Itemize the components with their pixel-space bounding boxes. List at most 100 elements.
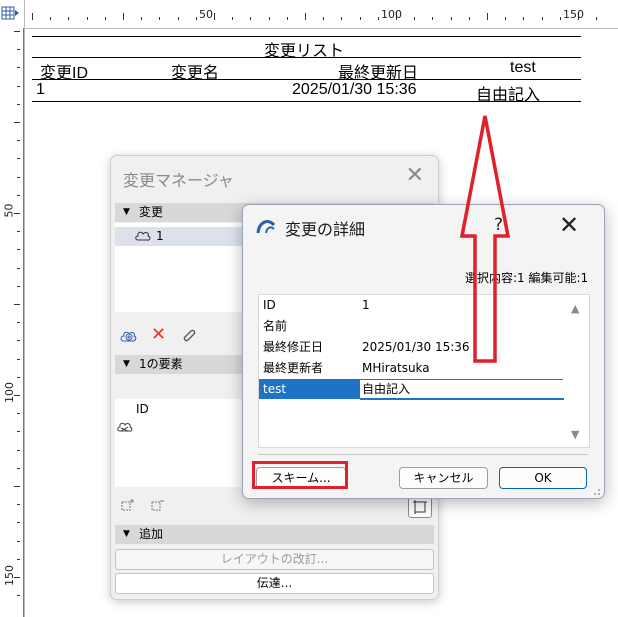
ruler-label: 100 xyxy=(3,382,16,403)
ruler-tick xyxy=(17,359,20,360)
property-row-modified[interactable]: 最終修正日 2025/01/30 15:36 xyxy=(259,337,563,357)
section-label: 1の要素 xyxy=(139,357,183,371)
ruler-tick xyxy=(14,304,20,305)
collapse-triangle-icon[interactable]: ▼ xyxy=(123,355,130,374)
property-row-id[interactable]: ID 1 xyxy=(259,295,563,315)
ruler-tick xyxy=(17,413,20,414)
ruler-tick xyxy=(560,17,561,20)
ruler-tick xyxy=(17,249,20,250)
property-row-updater[interactable]: 最終更新者 MHiratsuka xyxy=(259,358,563,378)
ruler-tick xyxy=(596,17,597,20)
ruler-label: 150 xyxy=(3,565,16,586)
dialog-title: 変更の詳細 xyxy=(285,220,366,239)
cell-last-updated: 2025/01/30 15:36 xyxy=(292,81,417,98)
ruler-tick xyxy=(17,522,20,523)
add-change-icon[interactable] xyxy=(119,327,137,349)
ruler-tick xyxy=(505,17,506,20)
close-icon[interactable]: ✕ xyxy=(559,212,579,238)
palette-title: 変更マネージャ xyxy=(123,171,234,190)
ruler-tick xyxy=(214,13,215,20)
table-rule xyxy=(32,57,581,58)
property-row-name[interactable]: 名前 xyxy=(259,316,563,336)
change-details-dialog[interactable]: 変更の詳細 ? ✕ 選択内容:1 編集可能:1 ID 1 名前 最終修正日 20… xyxy=(242,204,605,499)
horizontal-ruler: 50 100 150 xyxy=(0,0,618,29)
ruler-tick xyxy=(17,340,20,341)
ruler-tick xyxy=(232,17,233,20)
delete-icon[interactable]: ✕ xyxy=(151,326,166,344)
ruler-tick xyxy=(17,595,20,596)
property-value: 1 xyxy=(362,298,370,312)
ruler-tick xyxy=(523,17,524,20)
property-key: test xyxy=(263,382,287,396)
section-add[interactable]: ▼ 追加 xyxy=(115,525,434,544)
ruler-tick xyxy=(68,17,69,20)
ruler-tick xyxy=(378,17,379,20)
close-icon[interactable]: ✕ xyxy=(406,164,424,188)
ruler-label: 50 xyxy=(2,203,16,218)
section-label: 追加 xyxy=(139,527,164,541)
attach-icon[interactable] xyxy=(179,327,197,349)
ruler-tick xyxy=(17,541,20,542)
properties-list[interactable]: ID 1 名前 最終修正日 2025/01/30 15:36 最終更新者 MHi… xyxy=(258,294,590,448)
highlight-box xyxy=(252,461,348,489)
ruler-tick xyxy=(17,158,20,159)
ruler-tick xyxy=(14,122,20,123)
cloud-icon xyxy=(134,228,152,247)
layout-revision-button[interactable]: レイアウトの改訂... xyxy=(115,549,434,570)
cancel-button[interactable]: キャンセル xyxy=(399,467,488,489)
ruler-tick xyxy=(287,17,288,20)
ruler-tick xyxy=(87,17,88,20)
show-element-icon[interactable] xyxy=(408,496,432,518)
ruler-tick xyxy=(17,86,20,87)
transmit-button[interactable]: 伝達... xyxy=(115,573,434,594)
up-arrow-annotation xyxy=(459,115,511,363)
ruler-tick xyxy=(17,49,20,50)
ruler-tick xyxy=(250,17,251,20)
ruler-tick xyxy=(323,17,324,20)
ruler-tick xyxy=(269,17,270,20)
property-row-test[interactable]: test 自由記入 xyxy=(259,379,564,400)
remove-elements-icon[interactable] xyxy=(149,497,167,517)
ruler-tick xyxy=(14,31,20,32)
table-rule xyxy=(32,101,581,102)
ruler-tick xyxy=(159,17,160,20)
ruler-tick xyxy=(17,268,20,269)
ruler-tick xyxy=(17,140,20,141)
table-rule xyxy=(32,79,581,80)
ruler-tick xyxy=(17,431,20,432)
scroll-down-icon[interactable]: ▼ xyxy=(571,428,579,441)
ruler-tick xyxy=(341,17,342,20)
ruler-tick xyxy=(17,67,20,68)
scroll-up-icon[interactable]: ▲ xyxy=(571,302,579,315)
collapse-triangle-icon[interactable]: ▼ xyxy=(123,203,130,222)
property-key: ID xyxy=(263,298,276,312)
property-value: 2025/01/30 15:36 xyxy=(362,340,470,354)
change-item-label: 1 xyxy=(156,229,164,243)
ruler-tick xyxy=(123,13,124,20)
ruler-tick xyxy=(50,17,51,20)
ruler-tick xyxy=(17,195,20,196)
ruler-tick xyxy=(17,559,20,560)
ruler-tick xyxy=(17,231,20,232)
element-type-icon xyxy=(117,420,133,439)
property-value-input[interactable]: 自由記入 xyxy=(360,380,564,400)
ruler-tick xyxy=(414,17,415,20)
ruler-tick xyxy=(17,322,20,323)
collapse-triangle-icon[interactable]: ▼ xyxy=(123,525,130,544)
ruler-tick xyxy=(17,450,20,451)
property-key: 最終更新者 xyxy=(263,361,324,375)
ruler-tick xyxy=(487,13,488,20)
ruler-label: 100 xyxy=(381,8,402,21)
select-elements-icon[interactable] xyxy=(119,497,137,517)
ruler-tick xyxy=(196,17,197,20)
cell-id: 1 xyxy=(36,81,45,98)
ruler-tick xyxy=(542,17,543,20)
ok-button[interactable]: OK xyxy=(499,467,587,489)
ruler-origin-icon[interactable] xyxy=(0,4,22,22)
ruler-label: 50 xyxy=(199,8,213,21)
ruler-label: 150 xyxy=(563,8,584,21)
elements-column-header: ID xyxy=(136,402,149,416)
divider xyxy=(258,454,588,455)
vertical-ruler: 50 100 150 xyxy=(0,0,25,617)
resize-grip-icon[interactable] xyxy=(591,485,601,498)
